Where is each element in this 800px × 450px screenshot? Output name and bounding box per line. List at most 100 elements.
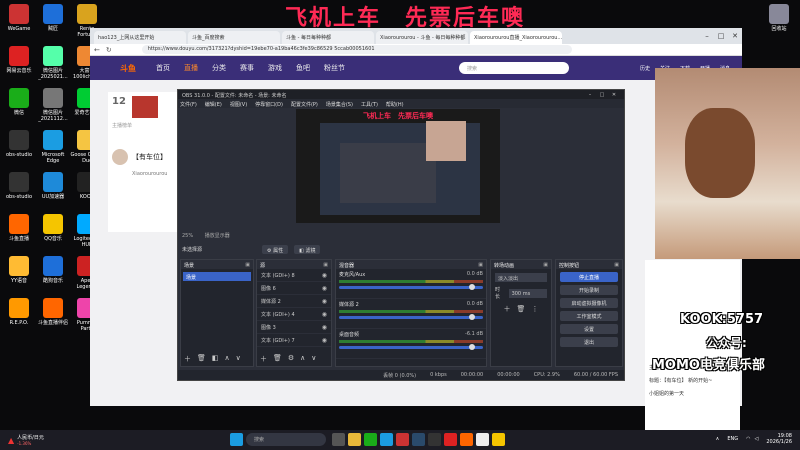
nav-home[interactable]: 首页	[156, 63, 170, 73]
menu-file[interactable]: 文件(F)	[180, 99, 197, 108]
add-icon[interactable]: ＋	[184, 354, 191, 364]
tab-xiaorou[interactable]: Xiaorourourou - 斗鱼 - 每日每种种都	[376, 31, 468, 44]
start-icon[interactable]	[230, 433, 243, 446]
obs-minimize-icon[interactable]: –	[584, 92, 596, 98]
obs-maximize-icon[interactable]: □	[596, 92, 608, 98]
edge-icon[interactable]	[380, 433, 393, 446]
desktop-icon[interactable]: YY语音	[2, 256, 36, 284]
remove-icon[interactable]: 🗑	[517, 305, 526, 313]
tab-douyu[interactable]: 斗鱼 - 每日每种种都	[282, 31, 374, 44]
nav-live[interactable]: 直播	[184, 63, 198, 73]
desktop-icon[interactable]: 贼匠	[36, 4, 70, 32]
gear-icon[interactable]: ⚙	[288, 354, 294, 364]
qqmusic-icon[interactable]	[492, 433, 505, 446]
slider-knob[interactable]	[469, 314, 475, 320]
volume-slider[interactable]	[339, 344, 483, 350]
obs-preview[interactable]: 飞机上车 先票后车噢	[296, 109, 500, 223]
menu-tools[interactable]: 工具(T)	[361, 99, 378, 108]
network-icon[interactable]: ◠	[746, 436, 750, 442]
reload-icon[interactable]: ↻	[106, 46, 112, 54]
volume-icon[interactable]: ◁	[755, 436, 759, 442]
transition-select[interactable]: 淡入淡出	[495, 273, 547, 282]
settings-button[interactable]: 设置	[560, 324, 618, 334]
more-icon[interactable]: ⋮	[531, 305, 538, 313]
source-item[interactable]: 文本 (GDI+) 8 ◉	[257, 269, 331, 282]
desktop-icon[interactable]: 酷狗音乐	[36, 256, 70, 284]
eye-icon[interactable]: ◉	[322, 311, 327, 318]
desktop-icon[interactable]: 微信图片_2021112...	[36, 88, 70, 122]
explorer-icon[interactable]	[348, 433, 361, 446]
start-recording-button[interactable]: 开始录制	[560, 285, 618, 295]
dock-undock-icon[interactable]: ▣	[323, 262, 328, 268]
nav-category[interactable]: 分类	[212, 63, 226, 73]
zoom-label[interactable]: 播放显示器	[205, 233, 230, 239]
menu-edit[interactable]: 编辑(E)	[205, 99, 222, 108]
nav-yuba[interactable]: 鱼吧	[296, 63, 310, 73]
dock-undock-icon[interactable]: ▣	[478, 262, 483, 268]
obs-close-icon[interactable]: ✕	[608, 92, 620, 98]
eye-icon[interactable]: ◉	[322, 272, 327, 279]
desktop-icon[interactable]: 微信	[2, 88, 36, 116]
properties-button[interactable]: ⚙ 属性	[262, 244, 289, 254]
studio-mode-button[interactable]: 工作室模式	[560, 311, 618, 321]
tab-baidu[interactable]: 斗鱼_百度搜索	[188, 31, 280, 44]
desktop-icon[interactable]: 微信图片_2025021...	[36, 46, 70, 80]
add-icon[interactable]: ＋	[504, 304, 511, 314]
move-up-icon[interactable]: ∧	[225, 354, 230, 364]
netease-music-icon[interactable]	[444, 433, 457, 446]
desktop-icon[interactable]: WeGame	[2, 4, 36, 32]
source-item[interactable]: 图像 6 ◉	[257, 282, 331, 295]
dock-undock-icon[interactable]: ▣	[614, 262, 619, 268]
slider-knob[interactable]	[469, 344, 475, 350]
history-icon[interactable]: 历史	[638, 65, 652, 72]
language-indicator[interactable]: ENG	[727, 436, 738, 442]
close-icon[interactable]: ✕	[728, 32, 742, 40]
move-down-icon[interactable]: ∨	[236, 354, 241, 364]
duration-input[interactable]: 300 ms	[508, 288, 547, 298]
desktop-icon[interactable]: 网易云音乐	[2, 46, 36, 74]
menu-docks[interactable]: 停靠窗口(D)	[255, 99, 283, 108]
douyu-icon[interactable]	[460, 433, 473, 446]
weather-widget[interactable]: ▲ 人民币/日元 -1.36%	[8, 434, 44, 446]
tab-live[interactable]: Xiaorourourou直播_Xiaorourourou...	[470, 31, 562, 44]
chrome-icon[interactable]	[476, 433, 489, 446]
filter-icon[interactable]: ◧	[212, 354, 219, 364]
slider-knob[interactable]	[469, 284, 475, 290]
volume-slider[interactable]	[339, 284, 483, 290]
desktop-icon[interactable]: R.E.P.O.	[2, 298, 36, 326]
source-item[interactable]: 文本 (GDI+) 4 ◉	[257, 308, 331, 321]
zoom-level[interactable]: 25%	[182, 233, 193, 239]
douyu-logo[interactable]: 斗鱼	[120, 63, 136, 74]
menu-help[interactable]: 帮助(H)	[386, 99, 404, 108]
url-field[interactable]: https://www.douyu.com/317321?dyshid=19eb…	[141, 45, 572, 54]
source-item[interactable]: 媒体源 2 ◉	[257, 295, 331, 308]
desktop-icon[interactable]: QQ音乐	[36, 214, 70, 242]
desktop-icon[interactable]: Microsoft Edge	[36, 130, 70, 164]
desktop-icon[interactable]: 斗鱼直播	[2, 214, 36, 242]
dock-undock-icon[interactable]: ▣	[543, 262, 548, 268]
steam-icon[interactable]	[412, 433, 425, 446]
menu-view[interactable]: 视图(V)	[230, 99, 247, 108]
eye-icon[interactable]: ◉	[322, 337, 327, 344]
minimize-icon[interactable]: –	[700, 32, 714, 40]
wegame-icon[interactable]	[396, 433, 409, 446]
site-search-input[interactable]: 搜索	[459, 62, 569, 74]
obs-icon[interactable]	[428, 433, 441, 446]
eye-icon[interactable]: ◉	[322, 324, 327, 331]
volume-slider[interactable]	[339, 314, 483, 320]
recycle-bin-icon[interactable]: 回收站	[762, 4, 796, 32]
move-down-icon[interactable]: ∨	[311, 354, 316, 364]
remove-icon[interactable]: 🗑	[197, 354, 206, 364]
nav-fanfest[interactable]: 粉丝节	[324, 63, 345, 73]
eye-icon[interactable]: ◉	[322, 285, 327, 292]
maximize-icon[interactable]: □	[714, 32, 728, 40]
desktop-icon[interactable]: 斗鱼直播伴侣	[36, 298, 70, 326]
menu-profile[interactable]: 配置文件(P)	[291, 99, 318, 108]
taskview-icon[interactable]	[332, 433, 345, 446]
eye-icon[interactable]: ◉	[322, 298, 327, 305]
tab-hao123[interactable]: hao123_上网从这里开始	[94, 31, 186, 44]
clock[interactable]: 19:08 2026/1/26	[766, 433, 792, 445]
virtual-camera-button[interactable]: 启动虚拟摄像机	[560, 298, 618, 308]
exit-button[interactable]: 退出	[560, 337, 618, 347]
tray-expand-icon[interactable]: ∧	[716, 436, 720, 442]
